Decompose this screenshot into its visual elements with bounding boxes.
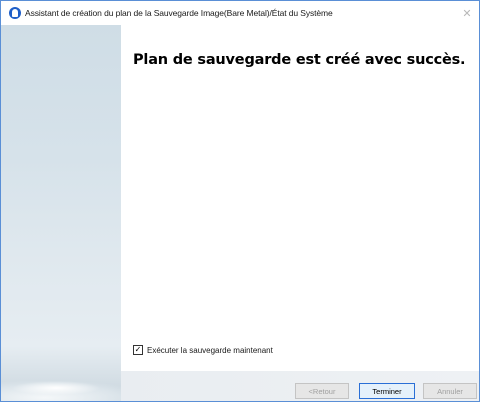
back-button[interactable]: <Retour <box>295 383 349 399</box>
cloud-decoration-highlight <box>11 381 101 395</box>
title-bar: Assistant de création du plan de la Sauv… <box>1 1 479 25</box>
wizard-window: Assistant de création du plan de la Sauv… <box>0 0 480 402</box>
window-title: Assistant de création du plan de la Sauv… <box>25 8 333 18</box>
cancel-button[interactable]: Annuler <box>423 383 477 399</box>
wizard-content: Plan de sauvegarde est créé avec succès.… <box>121 25 479 371</box>
page-title: Plan de sauvegarde est créé avec succès. <box>133 52 466 68</box>
close-icon[interactable]: ✕ <box>455 1 479 25</box>
run-now-label[interactable]: Exécuter la sauvegarde maintenant <box>147 346 273 355</box>
app-logo-icon <box>9 7 21 19</box>
checkbox-checked-icon[interactable]: ✓ <box>133 345 143 355</box>
finish-button[interactable]: Terminer <box>359 383 415 399</box>
run-now-option[interactable]: ✓ Exécuter la sauvegarde maintenant <box>133 345 273 355</box>
wizard-footer: <Retour Terminer Annuler <box>121 371 479 401</box>
sky-side-panel <box>1 25 121 401</box>
